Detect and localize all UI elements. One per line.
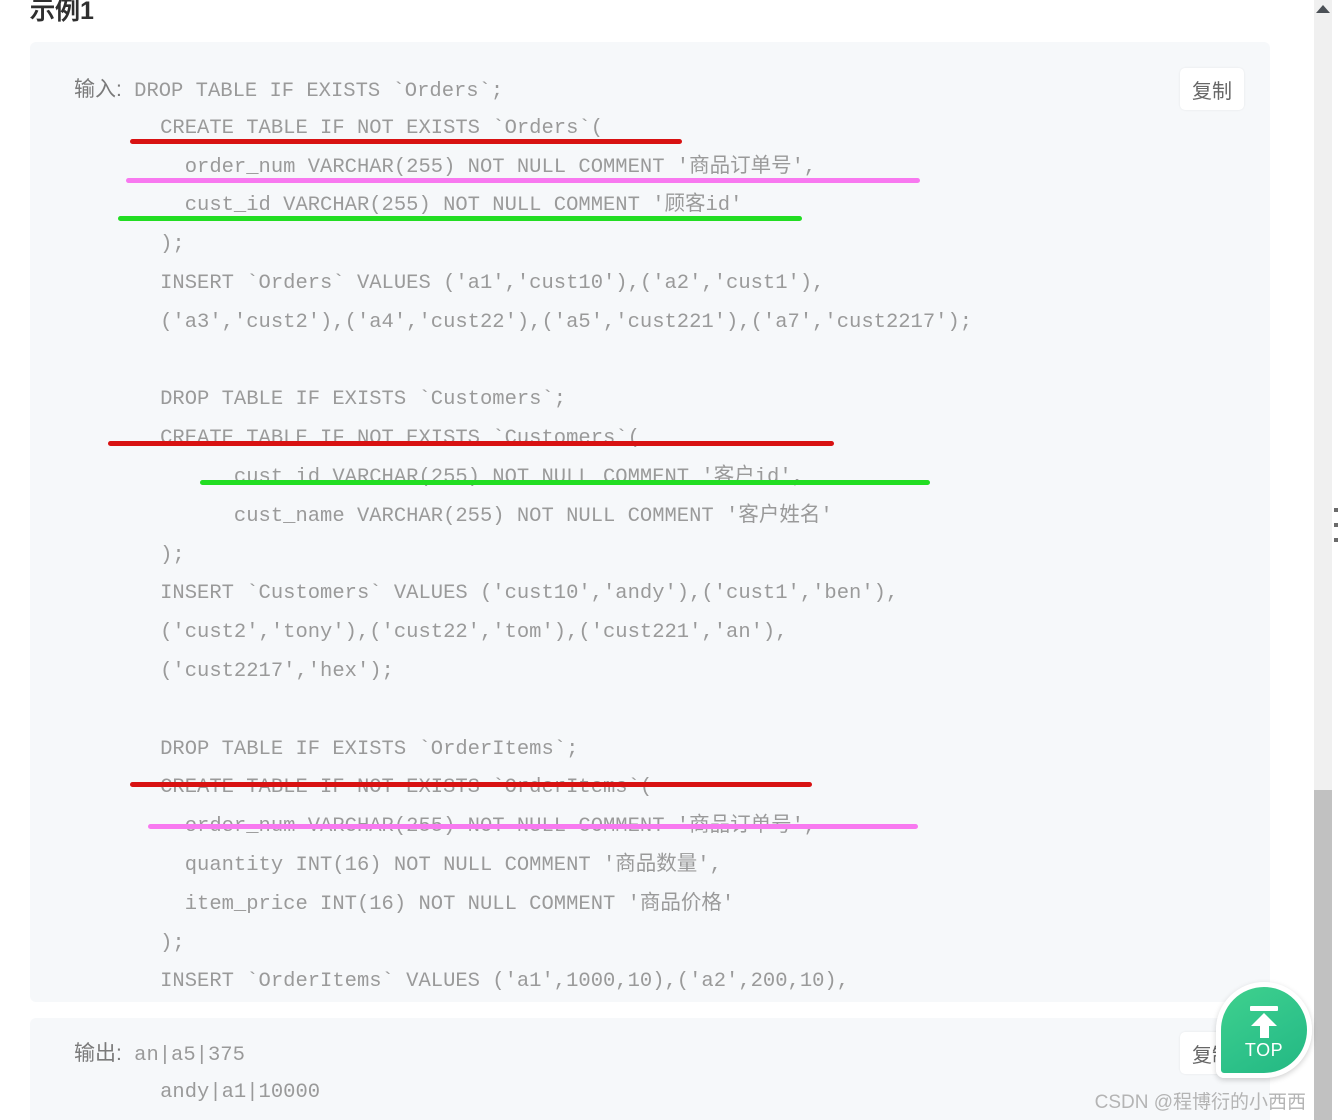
code-line-0: DROP TABLE IF EXISTS `Orders`; bbox=[134, 80, 504, 103]
watermark-text: CSDN @程博衍的小西西 bbox=[1094, 1092, 1306, 1113]
dot-3 bbox=[1334, 538, 1338, 542]
input-code-text: 输入: DROP TABLE IF EXISTS `Orders`; CREAT… bbox=[30, 42, 1270, 1002]
top-button-inner: TOP bbox=[1216, 982, 1312, 1078]
code-line-21: item_price INT(16) NOT NULL COMMENT '商品价… bbox=[160, 892, 735, 916]
code-line-15: ('cust2217','hex'); bbox=[160, 659, 394, 683]
annotation-underline-green-2 bbox=[200, 480, 930, 485]
code-line-13: INSERT `Customers` VALUES ('cust10','and… bbox=[160, 582, 899, 606]
code-line-2: order_num VARCHAR(255) NOT NULL COMMENT … bbox=[160, 155, 817, 179]
vertical-scrollbar-thumb[interactable] bbox=[1314, 790, 1332, 1120]
code-line-8: DROP TABLE IF EXISTS `Customers`; bbox=[160, 388, 567, 412]
code-line-14: ('cust2','tony'),('cust22','tom'),('cust… bbox=[160, 621, 788, 645]
code-line-11: cust_name VARCHAR(255) NOT NULL COMMENT … bbox=[160, 504, 833, 528]
code-line-4: ); bbox=[160, 233, 185, 257]
dot-2 bbox=[1334, 523, 1338, 527]
arrow-up-to-line-icon bbox=[1250, 1006, 1278, 1038]
copy-input-button[interactable]: 复制 bbox=[1180, 68, 1244, 110]
page-root: 示例1 输入: DROP TABLE IF EXISTS `Orders`; C… bbox=[0, 0, 1342, 1120]
output-code-text: 输出: an|a5|375 andy|a1|10000 ben|a2|2000 bbox=[30, 1018, 1270, 1120]
output-label: 输出: bbox=[74, 1042, 122, 1065]
annotation-underline-red-2 bbox=[108, 441, 834, 446]
dot-1 bbox=[1334, 508, 1338, 512]
annotation-underline-pink-1 bbox=[126, 178, 920, 183]
top-button-label: TOP bbox=[1244, 1040, 1284, 1060]
annotation-underline-red-3 bbox=[130, 782, 812, 787]
input-label: 输入: bbox=[74, 78, 122, 101]
arrow-stem bbox=[1259, 1026, 1269, 1038]
output-line-1: andy|a1|10000 bbox=[160, 1080, 321, 1104]
annotation-underline-green-1 bbox=[118, 216, 802, 221]
code-line-17: DROP TABLE IF EXISTS `OrderItems`; bbox=[160, 737, 579, 761]
arrow-top-bar bbox=[1250, 1006, 1278, 1011]
code-line-5: INSERT `Orders` VALUES ('a1','cust10'),(… bbox=[160, 271, 825, 295]
code-line-12: ); bbox=[160, 543, 185, 567]
triangle-up-icon bbox=[1316, 5, 1330, 13]
annotation-underline-pink-2 bbox=[148, 824, 918, 829]
arrow-head bbox=[1251, 1013, 1277, 1026]
input-code-block: 输入: DROP TABLE IF EXISTS `Orders`; CREAT… bbox=[30, 42, 1270, 1002]
code-line-20: quantity INT(16) NOT NULL COMMENT '商品数量'… bbox=[160, 853, 722, 877]
output-code-block: 输出: an|a5|375 andy|a1|10000 ben|a2|2000 … bbox=[30, 1018, 1270, 1120]
code-line-22: ); bbox=[160, 931, 185, 955]
output-line-0: an|a5|375 bbox=[134, 1044, 245, 1067]
page-title: 示例1 bbox=[30, 0, 94, 25]
code-line-18: CREATE TABLE IF NOT EXISTS `OrderItems`( bbox=[160, 776, 653, 800]
code-line-23: INSERT `OrderItems` VALUES ('a1',1000,10… bbox=[160, 970, 850, 994]
back-to-top-button[interactable]: TOP bbox=[1216, 982, 1312, 1078]
annotation-underline-red-1 bbox=[130, 139, 682, 144]
code-line-1: CREATE TABLE IF NOT EXISTS `Orders`( bbox=[160, 116, 603, 140]
code-line-9: CREATE TABLE IF NOT EXISTS `Customers`( bbox=[160, 427, 640, 451]
drag-dots-icon[interactable] bbox=[1332, 508, 1340, 542]
code-line-3: cust_id VARCHAR(255) NOT NULL COMMENT '顾… bbox=[160, 194, 743, 218]
code-line-10: cust_id VARCHAR(255) NOT NULL COMMENT '客… bbox=[160, 465, 804, 489]
code-line-6: ('a3','cust2'),('a4','cust22'),('a5','cu… bbox=[160, 310, 973, 334]
scroll-up-arrow-icon[interactable] bbox=[1314, 0, 1332, 18]
